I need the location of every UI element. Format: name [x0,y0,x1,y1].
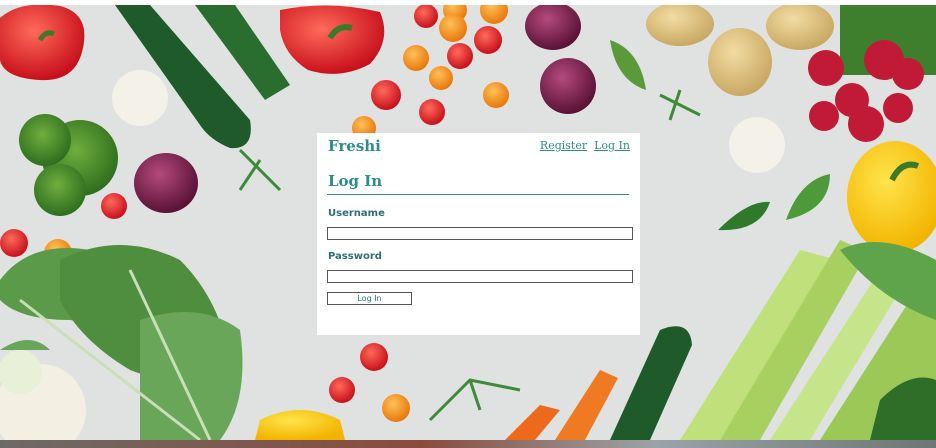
username-field[interactable] [327,227,633,240]
brand-logo[interactable]: Freshi [328,137,381,155]
heading-divider [327,194,629,195]
top-band [0,0,936,5]
top-nav: Register Log In [533,139,630,152]
username-label: Username [328,208,385,219]
red-pepper-left [0,4,85,81]
login-panel: Freshi Register Log In Log In Username Pa… [317,133,640,335]
password-field[interactable] [327,270,633,283]
login-button[interactable]: Log In [327,292,412,305]
bottom-band [0,440,936,448]
page-title: Log In [328,172,383,190]
register-link[interactable]: Register [540,139,587,152]
password-label: Password [328,251,382,262]
login-link[interactable]: Log In [594,139,630,152]
